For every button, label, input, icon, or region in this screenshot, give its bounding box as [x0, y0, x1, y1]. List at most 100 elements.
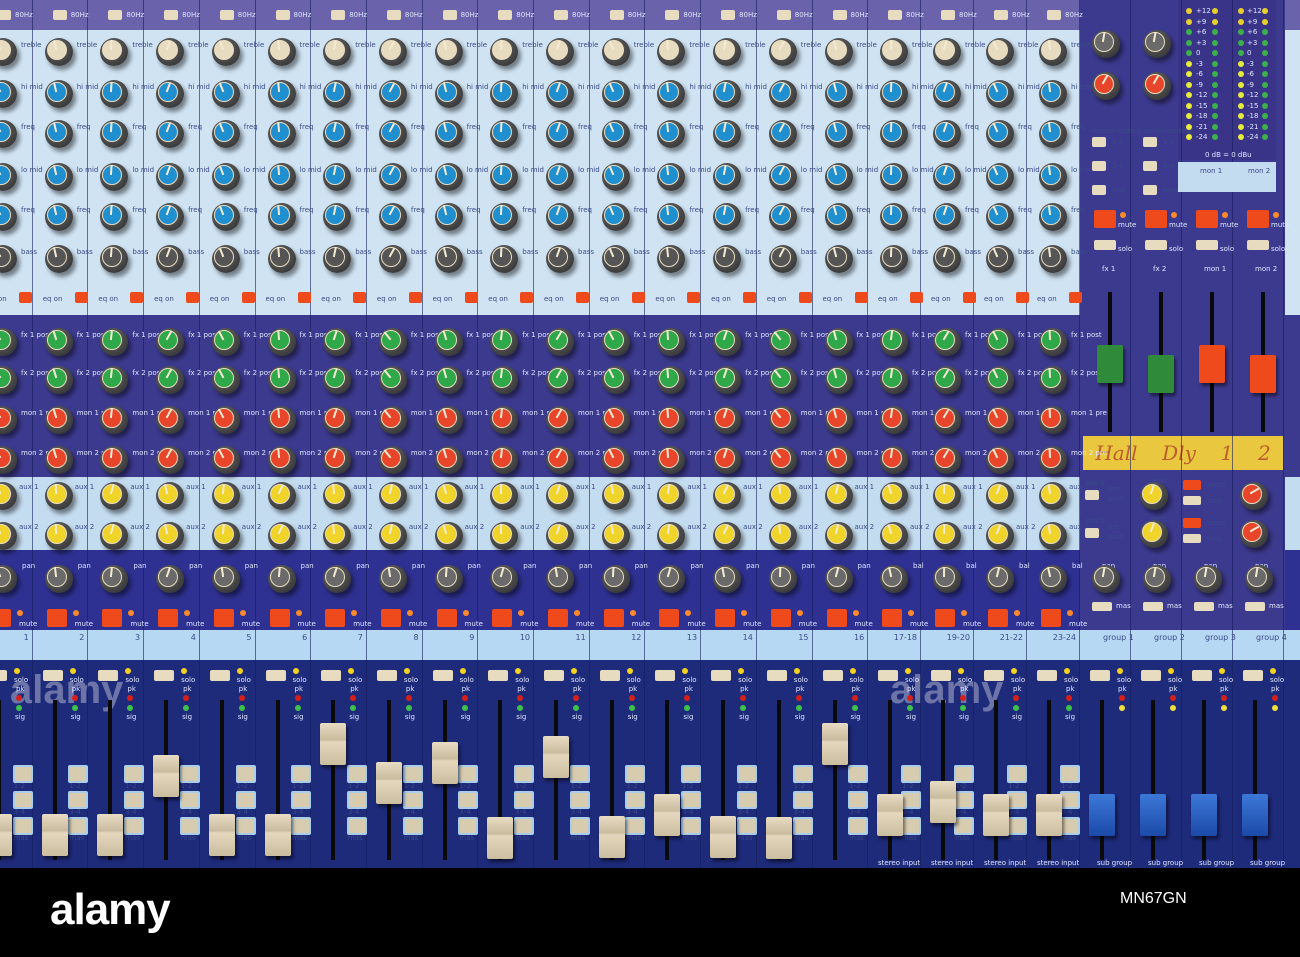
mon1-send-knob[interactable] [768, 406, 797, 434]
fx2-send-knob[interactable] [1039, 366, 1067, 394]
routing-button[interactable] [681, 791, 702, 809]
routing-button[interactable] [1143, 185, 1157, 195]
fx1-send-knob[interactable] [211, 328, 240, 356]
mute-button[interactable] [380, 609, 401, 627]
aux-mute-button[interactable] [1183, 518, 1201, 528]
treble-knob[interactable] [546, 38, 574, 66]
solo-button[interactable] [1196, 240, 1218, 250]
routing-button[interactable] [68, 791, 89, 809]
hi-freq-knob[interactable] [986, 120, 1014, 148]
aux1-knob[interactable] [768, 482, 797, 510]
treble-knob[interactable] [601, 38, 630, 66]
hpf-button[interactable] [554, 10, 568, 20]
routing-button[interactable] [792, 817, 813, 835]
group-pan-knob[interactable] [1092, 565, 1120, 593]
solo-button[interactable] [984, 670, 1004, 681]
pre-post-button[interactable] [1085, 528, 1099, 538]
hpf-button[interactable] [275, 10, 290, 20]
routing-button[interactable] [12, 765, 33, 783]
solo-button[interactable] [1090, 670, 1110, 681]
hi-freq-knob[interactable] [267, 120, 296, 148]
channel-fader[interactable] [0, 813, 12, 856]
fx1-send-knob[interactable] [1039, 328, 1067, 356]
bass-knob[interactable] [546, 245, 574, 273]
lo-freq-knob[interactable] [768, 203, 797, 231]
routing-button[interactable] [68, 817, 89, 835]
routing-button[interactable] [1007, 791, 1027, 809]
fx1-send-knob[interactable] [880, 328, 908, 356]
hi-mid-knob[interactable] [323, 80, 352, 108]
routing-button[interactable] [1143, 137, 1157, 147]
return-fader[interactable] [1250, 355, 1276, 393]
mon1-send-knob[interactable] [434, 406, 463, 434]
mute-button[interactable] [0, 609, 11, 627]
solo-button[interactable] [209, 670, 230, 681]
solo-button[interactable] [931, 670, 951, 681]
hi-mid-knob[interactable] [768, 80, 797, 108]
hi-mid-knob[interactable] [434, 80, 463, 108]
lo-freq-knob[interactable] [546, 203, 574, 231]
hpf-button[interactable] [665, 10, 680, 20]
bass-knob[interactable] [768, 245, 797, 273]
hi-freq-knob[interactable] [434, 120, 463, 148]
mute-button[interactable] [988, 609, 1008, 627]
channel-fader[interactable] [41, 813, 68, 856]
eq-on-button[interactable] [687, 292, 701, 303]
mute-button[interactable] [46, 609, 67, 627]
eq-on-button[interactable] [743, 292, 757, 303]
routing-button[interactable] [792, 765, 813, 783]
hpf-button[interactable] [888, 10, 902, 20]
lo-freq-knob[interactable] [933, 203, 961, 231]
lo-freq-knob[interactable] [986, 203, 1014, 231]
fx1-send-knob[interactable] [378, 328, 407, 356]
pan-knob[interactable] [44, 565, 73, 593]
hi-freq-knob[interactable] [824, 120, 853, 148]
aux-send-knob[interactable] [1140, 482, 1168, 510]
eq-on-button[interactable] [19, 292, 32, 303]
lo-mid-knob[interactable] [156, 163, 185, 191]
mute-button[interactable] [659, 609, 680, 627]
channel-fader[interactable] [97, 813, 124, 856]
channel-fader[interactable] [930, 781, 956, 823]
mute-button[interactable] [1041, 609, 1061, 627]
channel-fader[interactable] [765, 817, 792, 860]
eq-on-button[interactable] [408, 292, 422, 303]
solo-button[interactable] [655, 670, 676, 681]
routing-button[interactable] [569, 791, 590, 809]
hi-mid-knob[interactable] [880, 80, 908, 108]
lo-mid-knob[interactable] [880, 163, 908, 191]
mute-button[interactable] [325, 609, 346, 627]
balance-knob[interactable] [1039, 565, 1067, 593]
pan-knob[interactable] [824, 565, 853, 593]
balance-knob[interactable] [880, 565, 908, 593]
hi-mid-knob[interactable] [156, 80, 185, 108]
channel-fader[interactable] [431, 742, 458, 784]
aux1-knob[interactable] [986, 482, 1014, 510]
mas-button[interactable] [1245, 602, 1265, 611]
aux1-knob[interactable] [1039, 482, 1067, 510]
mute-button[interactable] [158, 609, 179, 627]
routing-button[interactable] [346, 791, 367, 809]
treble-knob[interactable] [986, 38, 1014, 66]
solo-button[interactable] [488, 670, 509, 681]
mute-button[interactable] [102, 609, 123, 627]
channel-fader[interactable] [487, 817, 514, 860]
hi-freq-knob[interactable] [713, 120, 742, 148]
solo-button[interactable] [544, 670, 564, 681]
lo-mid-knob[interactable] [768, 163, 797, 191]
aux1-knob[interactable] [378, 482, 407, 510]
hi-freq-knob[interactable] [156, 120, 185, 148]
routing-button[interactable] [68, 765, 89, 783]
hi-mid-knob[interactable] [713, 80, 742, 108]
solo-button[interactable] [98, 670, 119, 681]
solo-button[interactable] [321, 670, 342, 681]
treble-knob[interactable] [713, 38, 742, 66]
routing-button[interactable] [402, 765, 423, 783]
pan-knob[interactable] [267, 565, 296, 593]
lo-freq-knob[interactable] [824, 203, 853, 231]
hpf-button[interactable] [52, 10, 67, 20]
hpf-button[interactable] [0, 10, 11, 20]
group-pan-knob[interactable] [1245, 565, 1273, 593]
aux1-knob[interactable] [44, 482, 73, 510]
routing-button[interactable] [681, 765, 702, 783]
